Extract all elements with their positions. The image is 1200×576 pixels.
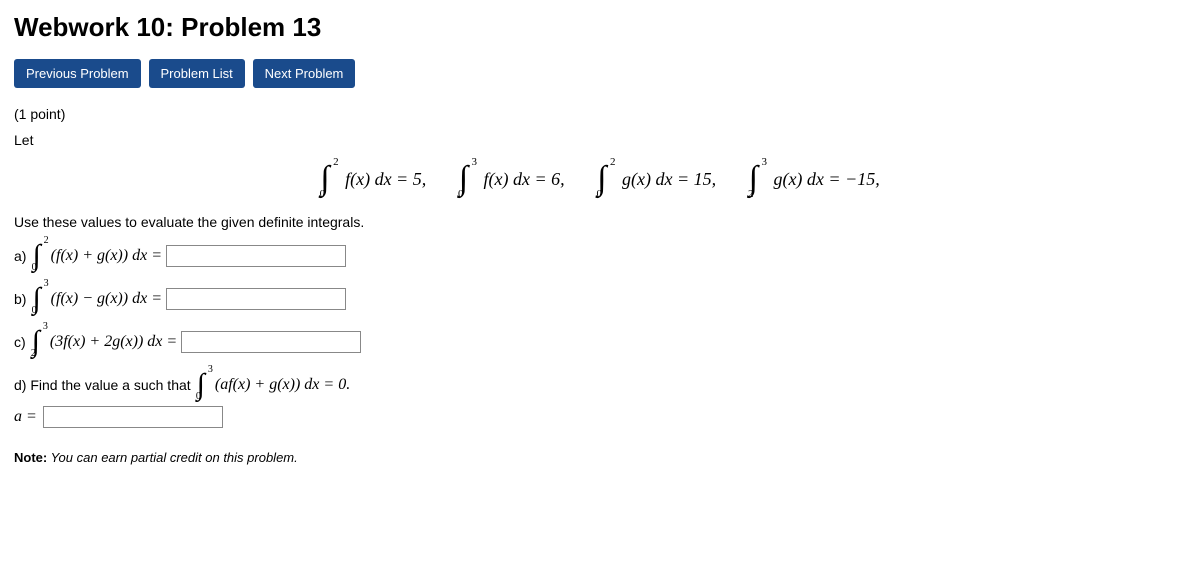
- problem-list-button[interactable]: Problem List: [149, 59, 245, 88]
- note-text: Note: You can earn partial credit on thi…: [14, 450, 1186, 465]
- points-label: (1 point): [14, 106, 1186, 122]
- a-equals-label: a =: [14, 408, 37, 426]
- page-title: Webwork 10: Problem 13: [14, 12, 1186, 43]
- part-b-label: b): [14, 291, 26, 307]
- next-problem-button[interactable]: Next Problem: [253, 59, 356, 88]
- part-c: c) ∫23 (3f(x) + 2g(x)) dx =: [14, 328, 1186, 355]
- part-c-label: c): [14, 334, 26, 350]
- answer-a-input[interactable]: [166, 245, 346, 267]
- part-d: d) Find the value a such that ∫03 (af(x)…: [14, 371, 1186, 398]
- part-a: a) ∫02 (f(x) + g(x)) dx =: [14, 242, 1186, 269]
- nav-buttons: Previous Problem Problem List Next Probl…: [14, 59, 1186, 88]
- part-b: b) ∫03 (f(x) − g(x)) dx =: [14, 285, 1186, 312]
- problem-body: (1 point) Let ∫02 f(x) dx = 5, ∫03 f(x) …: [14, 106, 1186, 465]
- answer-d-input[interactable]: [43, 406, 223, 428]
- instruction-text: Use these values to evaluate the given d…: [14, 214, 1186, 230]
- previous-problem-button[interactable]: Previous Problem: [14, 59, 141, 88]
- part-d-label: d) Find the value a such that: [14, 377, 191, 393]
- let-label: Let: [14, 132, 1186, 148]
- given-integrals: ∫02 f(x) dx = 5, ∫03 f(x) dx = 6, ∫02 g(…: [14, 162, 1186, 196]
- part-d-answer-row: a =: [14, 406, 1186, 428]
- answer-c-input[interactable]: [181, 331, 361, 353]
- part-a-label: a): [14, 248, 26, 264]
- answer-b-input[interactable]: [166, 288, 346, 310]
